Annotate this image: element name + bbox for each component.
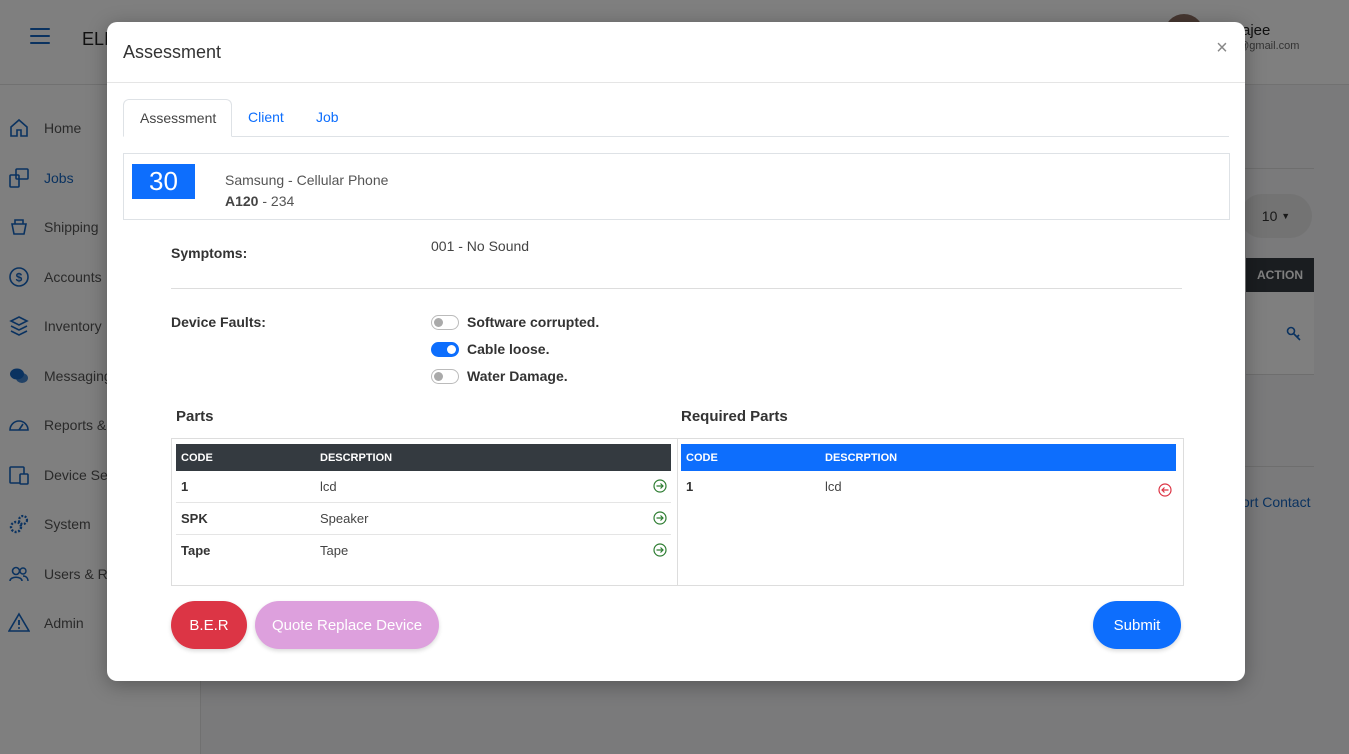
fault-label: Software corrupted. bbox=[467, 314, 600, 330]
part-code: 1 bbox=[686, 479, 694, 494]
table-row[interactable]: 1 lcd bbox=[176, 471, 671, 503]
fault-label: Water Damage. bbox=[467, 368, 568, 384]
divider bbox=[677, 439, 678, 585]
required-parts-table-header: CODE DESCRPTION bbox=[681, 444, 1176, 471]
part-description: lcd bbox=[320, 479, 337, 494]
device-model: A120 - 234 bbox=[225, 193, 294, 209]
parts-panel: CODE DESCRPTION 1 lcd SPK Speaker Tape T… bbox=[171, 438, 1184, 586]
add-part-icon[interactable] bbox=[653, 479, 667, 493]
column-header-code: CODE bbox=[181, 451, 213, 464]
remove-part-icon[interactable] bbox=[1158, 483, 1172, 497]
fault-label: Cable loose. bbox=[467, 341, 550, 357]
modal-tabs: Assessment Client Job bbox=[123, 99, 1229, 137]
column-header-code: CODE bbox=[686, 451, 718, 464]
divider bbox=[171, 288, 1182, 289]
tab-assessment[interactable]: Assessment bbox=[123, 99, 232, 137]
fault-water-damage: Water Damage. bbox=[431, 366, 568, 386]
part-code: 1 bbox=[181, 479, 189, 494]
tab-client[interactable]: Client bbox=[232, 99, 300, 136]
column-header-description: DESCRPTION bbox=[825, 451, 898, 464]
ber-button[interactable]: B.E.R bbox=[171, 601, 247, 649]
fault-cable-loose: Cable loose. bbox=[431, 339, 549, 359]
add-part-icon[interactable] bbox=[653, 543, 667, 557]
device-faults-label: Device Faults: bbox=[171, 314, 266, 330]
table-row[interactable]: Tape Tape bbox=[176, 535, 671, 566]
device-summary: 30 Samsung - Cellular Phone A120 - 234 bbox=[123, 153, 1230, 220]
model-code: A120 bbox=[225, 193, 259, 209]
modal-title: Assessment bbox=[123, 42, 222, 62]
part-code: Tape bbox=[181, 543, 211, 558]
symptoms-value: 001 - No Sound bbox=[431, 238, 530, 254]
add-part-icon[interactable] bbox=[653, 511, 667, 525]
required-parts-table: CODE DESCRPTION 1 lcd bbox=[681, 444, 1176, 502]
table-row[interactable]: 1 lcd bbox=[681, 471, 1176, 502]
modal-header: Assessment × bbox=[107, 22, 1245, 83]
symptoms-label: Symptoms: bbox=[171, 245, 248, 261]
fault-toggle[interactable] bbox=[431, 341, 459, 357]
table-row[interactable]: SPK Speaker bbox=[176, 503, 671, 535]
model-suffix: - 234 bbox=[258, 193, 295, 209]
part-description: Speaker bbox=[320, 511, 369, 526]
column-header-description: DESCRPTION bbox=[320, 451, 393, 464]
fault-toggle[interactable] bbox=[431, 368, 459, 384]
part-code: SPK bbox=[181, 511, 208, 526]
tab-job[interactable]: Job bbox=[300, 99, 355, 136]
parts-table: CODE DESCRPTION 1 lcd SPK Speaker Tape T… bbox=[176, 444, 671, 566]
required-parts-title: Required Parts bbox=[681, 408, 788, 425]
submit-button[interactable]: Submit bbox=[1093, 601, 1181, 649]
assessment-modal: Assessment × Assessment Client Job 30 Sa… bbox=[107, 22, 1245, 681]
parts-title: Parts bbox=[176, 408, 214, 425]
parts-table-header: CODE DESCRPTION bbox=[176, 444, 671, 471]
fault-software-corrupted: Software corrupted. bbox=[431, 312, 599, 332]
close-icon[interactable]: × bbox=[1214, 38, 1230, 58]
part-description: lcd bbox=[825, 479, 842, 494]
job-number-badge: 30 bbox=[132, 164, 195, 199]
part-description: Tape bbox=[320, 543, 349, 558]
quote-replace-device-button[interactable]: Quote Replace Device bbox=[255, 601, 439, 649]
device-name: Samsung - Cellular Phone bbox=[225, 172, 389, 188]
fault-toggle[interactable] bbox=[431, 314, 459, 330]
